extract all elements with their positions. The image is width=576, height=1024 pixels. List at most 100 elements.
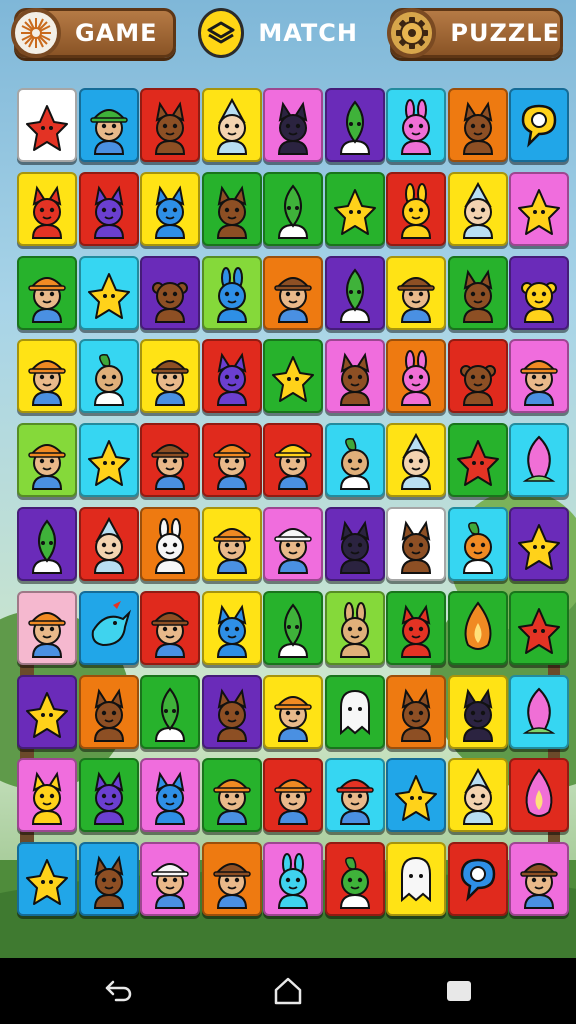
- tile-hat-kid[interactable]: [17, 591, 77, 665]
- tile-fox[interactable]: [448, 88, 508, 162]
- tile-leaf-sprite[interactable]: [263, 591, 323, 665]
- tile-bunny[interactable]: [386, 88, 446, 162]
- tile-gnome[interactable]: [386, 423, 446, 497]
- tile-leaf-sprite[interactable]: [140, 675, 200, 749]
- tile-hat-kid[interactable]: [263, 423, 323, 497]
- tile-fox[interactable]: [140, 88, 200, 162]
- tile-flame[interactable]: [448, 591, 508, 665]
- tile-gnome[interactable]: [448, 758, 508, 832]
- tile-fox[interactable]: [386, 591, 446, 665]
- tile-fox[interactable]: [202, 675, 262, 749]
- tile-cat[interactable]: [448, 675, 508, 749]
- tile-monkey[interactable]: [140, 256, 200, 330]
- tile-hat-kid[interactable]: [140, 591, 200, 665]
- tile-hat-kid[interactable]: [17, 339, 77, 413]
- tile-ghost[interactable]: [325, 675, 385, 749]
- tile-hat-kid[interactable]: [202, 842, 262, 916]
- tile-star-creature[interactable]: [263, 339, 323, 413]
- tile-star-creature[interactable]: [448, 423, 508, 497]
- tile-cat[interactable]: [79, 758, 139, 832]
- tile-star-creature[interactable]: [325, 172, 385, 246]
- tile-star-creature[interactable]: [79, 423, 139, 497]
- tile-star-creature[interactable]: [509, 507, 569, 581]
- tile-star-creature[interactable]: [386, 758, 446, 832]
- star-creature-icon: [272, 356, 314, 402]
- game-button[interactable]: GAME: [11, 8, 176, 58]
- tile-cat[interactable]: [79, 172, 139, 246]
- tile-hat-kid[interactable]: [202, 758, 262, 832]
- tile-speech-bubble[interactable]: [448, 842, 508, 916]
- tile-fox[interactable]: [79, 675, 139, 749]
- tile-hat-kid[interactable]: [509, 842, 569, 916]
- tile-bunny[interactable]: [386, 172, 446, 246]
- recents-button[interactable]: [442, 975, 476, 1007]
- tile-hat-kid[interactable]: [140, 842, 200, 916]
- tile-hat-kid[interactable]: [263, 758, 323, 832]
- tile-fox[interactable]: [79, 842, 139, 916]
- tile-star-creature[interactable]: [17, 88, 77, 162]
- tile-hat-kid[interactable]: [202, 507, 262, 581]
- tile-star-creature[interactable]: [17, 842, 77, 916]
- tile-bunny[interactable]: [386, 339, 446, 413]
- tile-cat[interactable]: [202, 591, 262, 665]
- tile-hat-kid[interactable]: [140, 423, 200, 497]
- tile-cat[interactable]: [325, 507, 385, 581]
- tile-hat-kid[interactable]: [263, 507, 323, 581]
- tile-fox[interactable]: [386, 507, 446, 581]
- tile-hat-kid[interactable]: [509, 339, 569, 413]
- tile-speech-bubble[interactable]: [509, 88, 569, 162]
- match-button[interactable]: MATCH: [198, 8, 358, 58]
- tile-sprout[interactable]: [448, 507, 508, 581]
- tile-bunny[interactable]: [263, 842, 323, 916]
- tile-cat[interactable]: [140, 172, 200, 246]
- back-button[interactable]: [102, 975, 136, 1007]
- tile-hat-kid[interactable]: [17, 423, 77, 497]
- tile-cat[interactable]: [202, 339, 262, 413]
- tile-bunny[interactable]: [140, 507, 200, 581]
- tile-hat-kid[interactable]: [17, 256, 77, 330]
- tile-sprout[interactable]: [79, 339, 139, 413]
- tile-star-creature[interactable]: [509, 172, 569, 246]
- tile-bunny[interactable]: [202, 256, 262, 330]
- tile-cat[interactable]: [263, 88, 323, 162]
- tile-lion[interactable]: [509, 256, 569, 330]
- tile-elf[interactable]: [79, 88, 139, 162]
- tile-leaf-sprite[interactable]: [325, 88, 385, 162]
- tile-fox[interactable]: [448, 256, 508, 330]
- tile-hat-kid[interactable]: [140, 339, 200, 413]
- home-button[interactable]: [271, 975, 305, 1007]
- tile-star-creature[interactable]: [17, 675, 77, 749]
- tile-star-creature[interactable]: [509, 591, 569, 665]
- tile-cat[interactable]: [17, 758, 77, 832]
- tile-hat-kid[interactable]: [325, 758, 385, 832]
- tile-hat-kid[interactable]: [263, 256, 323, 330]
- puzzle-button[interactable]: PUZZLE: [387, 8, 563, 58]
- tile-sprout[interactable]: [325, 842, 385, 916]
- tile-gnome[interactable]: [448, 172, 508, 246]
- tile-leaf-sprite[interactable]: [325, 256, 385, 330]
- tile-fox[interactable]: [325, 339, 385, 413]
- speech-bubble-icon: [521, 104, 557, 148]
- tile-bird[interactable]: [79, 591, 139, 665]
- tile-bunny[interactable]: [325, 591, 385, 665]
- tile-cat[interactable]: [17, 172, 77, 246]
- tile-owl[interactable]: [448, 339, 508, 413]
- tile-leaf-sprite[interactable]: [263, 172, 323, 246]
- leaf-sprite-icon: [339, 100, 371, 155]
- tile-star-creature[interactable]: [79, 256, 139, 330]
- tile-hat-kid[interactable]: [263, 675, 323, 749]
- tile-gnome[interactable]: [79, 507, 139, 581]
- tile-fox[interactable]: [202, 172, 262, 246]
- tile-ghost[interactable]: [386, 842, 446, 916]
- star-creature-icon: [395, 775, 437, 821]
- tile-hat-kid[interactable]: [386, 256, 446, 330]
- tile-gnome[interactable]: [202, 88, 262, 162]
- tile-flower-bud[interactable]: [509, 423, 569, 497]
- tile-sprout[interactable]: [325, 423, 385, 497]
- tile-hat-kid[interactable]: [202, 423, 262, 497]
- tile-flower-bud[interactable]: [509, 675, 569, 749]
- tile-cat[interactable]: [140, 758, 200, 832]
- tile-flame[interactable]: [509, 758, 569, 832]
- tile-leaf-sprite[interactable]: [17, 507, 77, 581]
- tile-fox[interactable]: [386, 675, 446, 749]
